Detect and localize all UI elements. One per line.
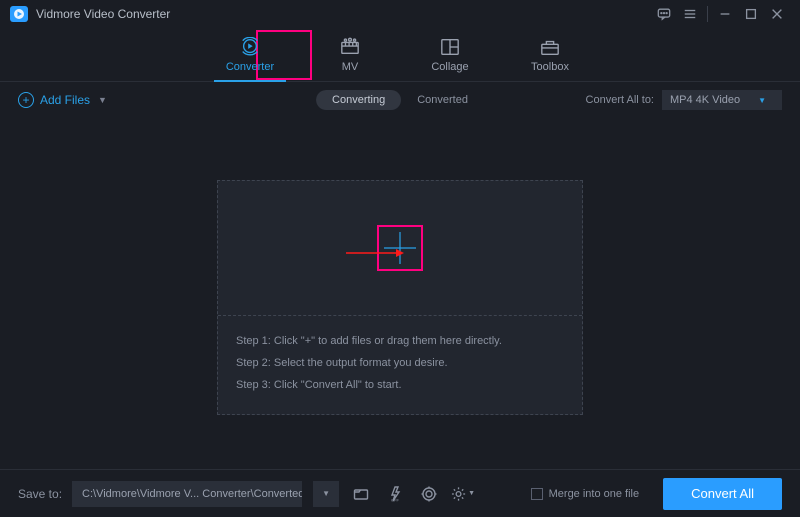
toolbox-icon xyxy=(539,37,561,57)
main-tabs: Converter MV Collage Toolbox xyxy=(0,28,800,82)
dropzone[interactable]: Step 1: Click "+" to add files or drag t… xyxy=(217,180,583,415)
save-to-label: Save to: xyxy=(18,487,62,501)
step-3: Step 3: Click "Convert All" to start. xyxy=(236,374,564,396)
tab-toolbox[interactable]: Toolbox xyxy=(518,28,582,81)
tab-label: Converter xyxy=(226,61,274,73)
step-1: Step 1: Click "+" to add files or drag t… xyxy=(236,330,564,352)
minimize-icon[interactable] xyxy=(712,0,738,28)
app-title: Vidmore Video Converter xyxy=(36,7,170,21)
step-2: Step 2: Select the output format you des… xyxy=(236,352,564,374)
settings-icon[interactable]: ▼ xyxy=(451,482,475,506)
main-stage: Step 1: Click "+" to add files or drag t… xyxy=(0,118,800,469)
converter-icon xyxy=(239,37,261,57)
chevron-down-icon: ▼ xyxy=(468,490,475,497)
convert-all-to-label: Convert All to: xyxy=(586,94,654,106)
mv-icon xyxy=(339,37,361,57)
divider xyxy=(707,6,708,22)
annotation-arrow xyxy=(346,245,404,251)
checkbox-icon xyxy=(531,488,543,500)
convert-all-to: Convert All to: MP4 4K Video ▼ xyxy=(586,90,782,110)
dropzone-top xyxy=(218,181,582,315)
tab-label: Collage xyxy=(431,61,468,73)
collage-icon xyxy=(439,37,461,57)
titlebar: Vidmore Video Converter xyxy=(0,0,800,28)
svg-text:OFF: OFF xyxy=(391,497,400,502)
chevron-down-icon: ▼ xyxy=(98,95,107,105)
sub-toolbar: + Add Files ▼ Converting Converted Conve… xyxy=(0,82,800,118)
save-path-field[interactable]: C:\Vidmore\Vidmore V... Converter\Conver… xyxy=(72,481,302,507)
convert-all-button[interactable]: Convert All xyxy=(663,478,782,510)
open-folder-icon[interactable] xyxy=(349,482,373,506)
format-select[interactable]: MP4 4K Video ▼ xyxy=(662,90,782,110)
merge-checkbox[interactable]: Merge into one file xyxy=(531,488,640,500)
add-files-label: Add Files xyxy=(40,93,90,107)
segment-converting[interactable]: Converting xyxy=(316,90,401,110)
footer: Save to: C:\Vidmore\Vidmore V... Convert… xyxy=(0,469,800,517)
tab-mv[interactable]: MV xyxy=(318,28,382,81)
save-path-dropdown[interactable]: ▼ xyxy=(313,481,339,507)
app-logo xyxy=(10,6,28,22)
close-icon[interactable] xyxy=(764,0,790,28)
format-value: MP4 4K Video xyxy=(670,94,740,106)
feedback-icon[interactable] xyxy=(651,0,677,28)
add-files-button[interactable]: + Add Files ▼ xyxy=(18,92,107,108)
high-speed-icon[interactable] xyxy=(417,482,441,506)
tab-label: Toolbox xyxy=(531,61,569,73)
plus-icon: + xyxy=(18,92,34,108)
status-segment: Converting Converted xyxy=(316,90,484,110)
tab-converter[interactable]: Converter xyxy=(218,28,282,81)
tab-label: MV xyxy=(342,61,359,73)
chevron-down-icon: ▼ xyxy=(758,96,766,105)
merge-label: Merge into one file xyxy=(549,488,640,500)
tab-collage[interactable]: Collage xyxy=(418,28,482,81)
dropzone-instructions: Step 1: Click "+" to add files or drag t… xyxy=(218,315,582,414)
menu-icon[interactable] xyxy=(677,0,703,28)
hardware-accel-icon[interactable]: OFF xyxy=(383,482,407,506)
maximize-icon[interactable] xyxy=(738,0,764,28)
segment-converted[interactable]: Converted xyxy=(401,90,484,110)
